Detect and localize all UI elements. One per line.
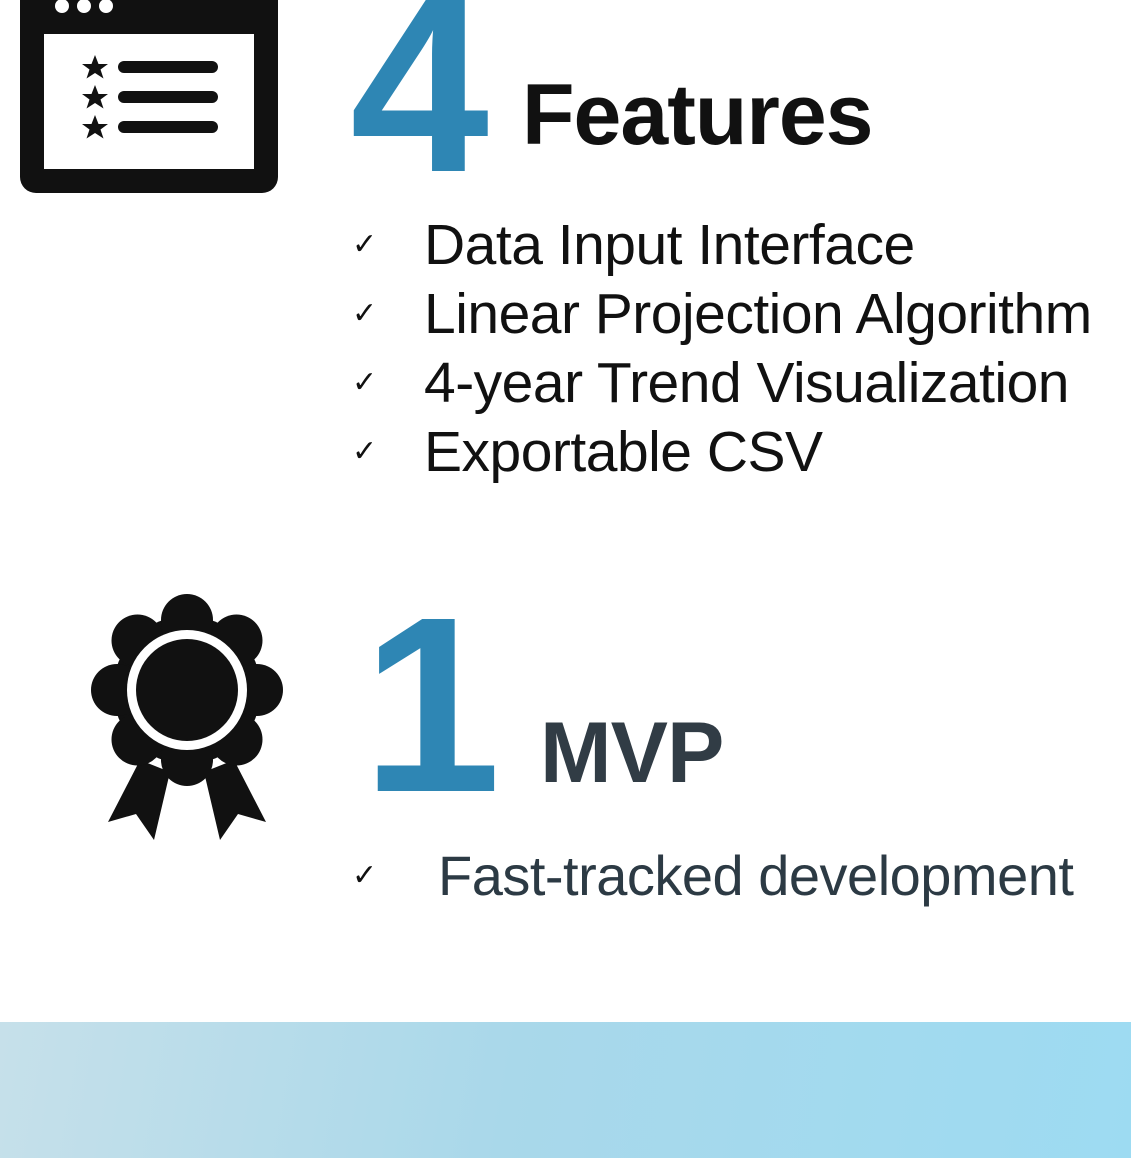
feature-label: Exportable CSV <box>424 419 823 484</box>
mvp-title: MVP <box>540 705 724 801</box>
list-item: ✓ Data Input Interface <box>352 210 1092 279</box>
feature-label: Linear Projection Algorithm <box>424 281 1092 346</box>
mvp-label: Fast-tracked development <box>438 843 1074 907</box>
feature-label: Data Input Interface <box>424 212 915 277</box>
list-item: ✓ 4-year Trend Visualization <box>352 348 1092 417</box>
list-item: ✓ Fast-tracked development <box>352 840 1074 910</box>
features-count: 4 <box>350 0 489 224</box>
list-item: ✓ Exportable CSV <box>352 417 1092 486</box>
check-icon: ✓ <box>352 228 377 261</box>
check-icon: ✓ <box>352 435 377 468</box>
mvp-count: 1 <box>362 565 502 844</box>
browser-rating-icon <box>20 0 278 193</box>
check-icon: ✓ <box>352 297 377 330</box>
features-list: ✓ Data Input Interface ✓ Linear Projecti… <box>352 210 1092 486</box>
bottom-banner <box>0 1022 1131 1158</box>
features-title: Features <box>522 67 873 163</box>
feature-label: 4-year Trend Visualization <box>424 350 1069 415</box>
award-ribbon-icon <box>91 594 283 840</box>
list-item: ✓ Linear Projection Algorithm <box>352 279 1092 348</box>
check-icon: ✓ <box>352 366 377 399</box>
check-icon: ✓ <box>352 858 378 892</box>
